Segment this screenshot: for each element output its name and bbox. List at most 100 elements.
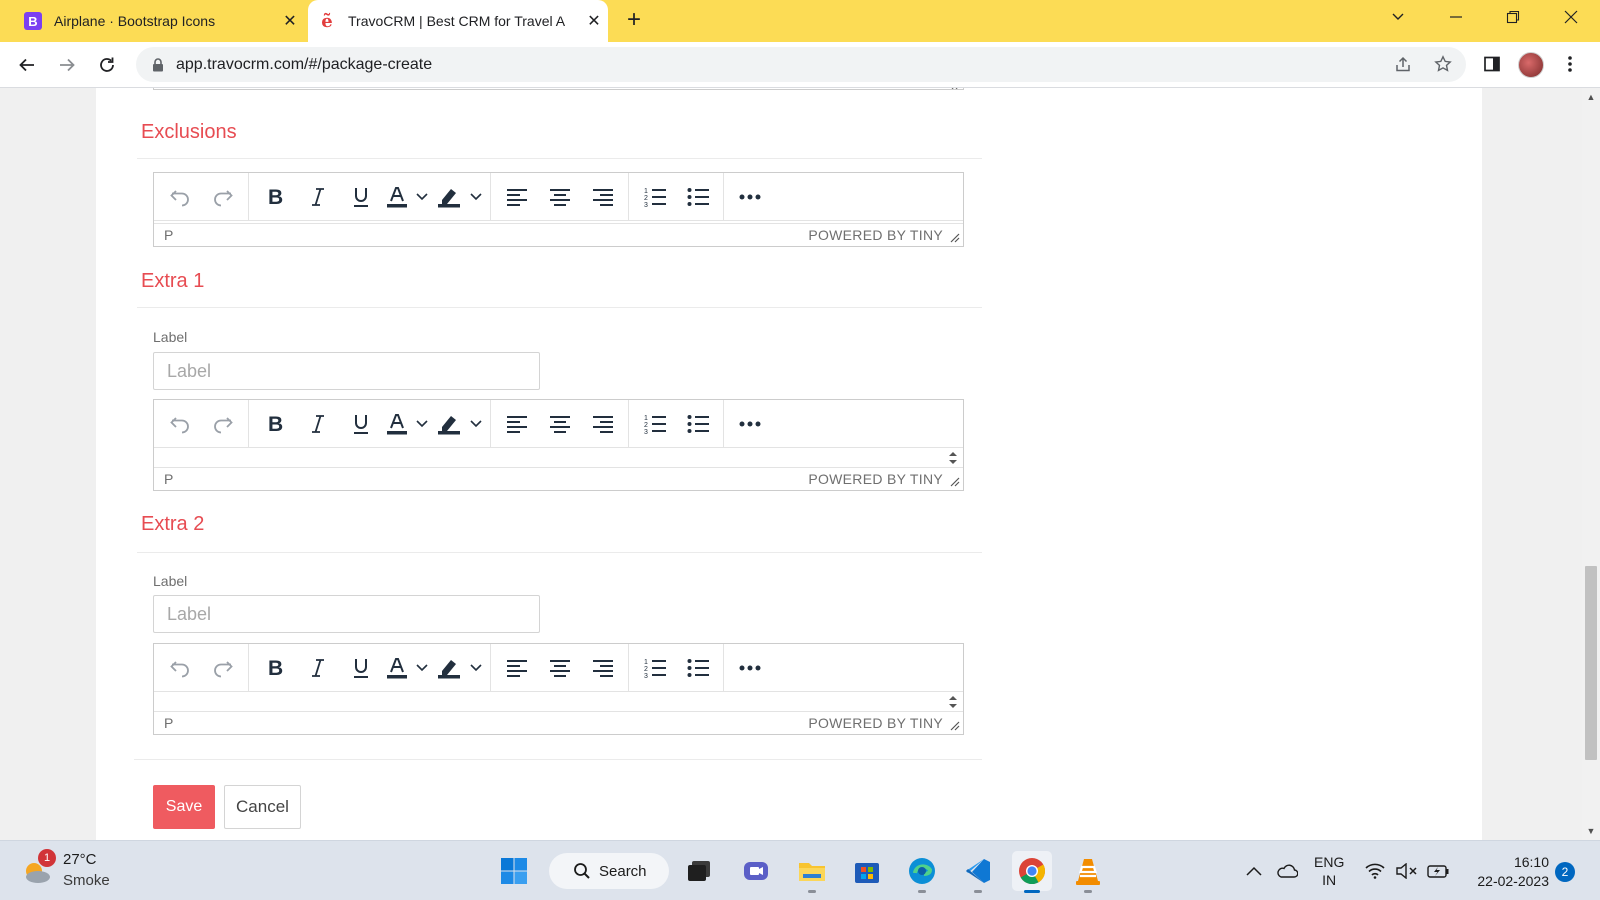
highlight-split[interactable]	[432, 650, 486, 686]
profile-avatar[interactable]	[1518, 52, 1544, 78]
microsoft-store-icon[interactable]	[847, 851, 887, 891]
highlight-icon[interactable]	[432, 406, 466, 442]
tab-search-chevron-icon[interactable]	[1383, 8, 1413, 32]
taskbar-search[interactable]: Search	[549, 853, 669, 889]
forward-icon[interactable]	[53, 51, 81, 79]
scroll-down-icon[interactable]: ▼	[1586, 826, 1596, 836]
chevron-down-icon[interactable]	[412, 663, 432, 672]
taskbar-clock[interactable]: 16:10 22-02-2023	[1465, 853, 1549, 891]
numbered-list-icon[interactable]: 123	[633, 179, 676, 215]
chevron-down-icon[interactable]	[412, 419, 432, 428]
restore-icon[interactable]	[1498, 8, 1528, 32]
vscode-icon[interactable]	[958, 851, 998, 893]
scroll-up-icon[interactable]: ▲	[1586, 92, 1596, 102]
browser-menu-icon[interactable]	[1557, 51, 1583, 77]
text-color-split[interactable]	[382, 179, 432, 215]
new-tab-icon[interactable]: +	[620, 8, 648, 34]
powered-by-tiny-link[interactable]: POWERED BY TINY	[808, 227, 943, 243]
align-left-icon[interactable]	[495, 179, 538, 215]
italic-icon[interactable]	[296, 406, 339, 442]
input-language-indicator[interactable]: ENG IN	[1314, 853, 1344, 889]
close-window-icon[interactable]	[1556, 8, 1586, 32]
scroll-spinner-icon[interactable]	[947, 450, 959, 466]
chevron-down-icon[interactable]	[412, 192, 432, 201]
tray-overflow-chevron-icon[interactable]	[1246, 841, 1262, 900]
text-color-icon[interactable]	[382, 650, 412, 686]
underline-icon[interactable]	[339, 406, 382, 442]
extra-1-editor[interactable]: B 123 P POWERED BY TINY	[153, 399, 964, 491]
scroll-spinner-icon[interactable]	[947, 694, 959, 710]
bold-icon[interactable]: B	[253, 650, 296, 686]
highlight-split[interactable]	[432, 179, 486, 215]
undo-icon[interactable]	[158, 650, 201, 686]
extra-2-label-input[interactable]	[153, 595, 540, 633]
resize-handle-icon[interactable]	[950, 721, 960, 731]
notification-badge[interactable]: 2	[1555, 862, 1575, 882]
minimize-icon[interactable]	[1441, 8, 1471, 32]
bold-icon[interactable]: B	[253, 179, 296, 215]
align-center-icon[interactable]	[538, 406, 581, 442]
align-right-icon[interactable]	[581, 650, 624, 686]
text-color-split[interactable]	[382, 650, 432, 686]
text-color-split[interactable]	[382, 406, 432, 442]
battery-charging-icon[interactable]	[1427, 841, 1449, 900]
exclusions-editor[interactable]: B 123 P POWERED BY TINY	[153, 172, 964, 247]
extra-1-label-input[interactable]	[153, 352, 540, 390]
weather-widget[interactable]: 1 27°C Smoke	[22, 849, 142, 893]
scrollbar-thumb[interactable]	[1585, 566, 1597, 760]
italic-icon[interactable]	[296, 179, 339, 215]
highlight-icon[interactable]	[432, 179, 466, 215]
underline-icon[interactable]	[339, 650, 382, 686]
close-icon[interactable]: ✕	[276, 11, 304, 31]
chevron-down-icon[interactable]	[466, 192, 486, 201]
highlight-split[interactable]	[432, 406, 486, 442]
align-left-icon[interactable]	[495, 406, 538, 442]
address-bar[interactable]: app.travocrm.com/#/package-create	[136, 47, 1466, 82]
align-left-icon[interactable]	[495, 650, 538, 686]
text-color-icon[interactable]	[382, 179, 412, 215]
vlc-icon[interactable]	[1068, 851, 1108, 893]
element-path[interactable]: P	[164, 227, 173, 243]
onedrive-icon[interactable]	[1276, 841, 1298, 900]
more-icon[interactable]	[728, 179, 771, 215]
page-scrollbar[interactable]: ▲ ▼	[1582, 88, 1600, 840]
redo-icon[interactable]	[201, 650, 244, 686]
resize-handle-icon[interactable]	[950, 233, 960, 243]
back-icon[interactable]	[13, 51, 41, 79]
redo-icon[interactable]	[201, 179, 244, 215]
task-view-icon[interactable]	[679, 851, 719, 891]
bold-icon[interactable]: B	[253, 406, 296, 442]
underline-icon[interactable]	[339, 179, 382, 215]
text-color-icon[interactable]	[382, 406, 412, 442]
element-path[interactable]: P	[164, 715, 173, 731]
more-icon[interactable]	[728, 650, 771, 686]
align-right-icon[interactable]	[581, 179, 624, 215]
numbered-list-icon[interactable]: 123	[633, 406, 676, 442]
resize-handle-icon[interactable]	[950, 477, 960, 487]
chrome-icon[interactable]	[1012, 851, 1052, 893]
wifi-icon[interactable]	[1365, 841, 1385, 900]
side-panel-icon[interactable]	[1479, 51, 1505, 77]
editor-content-area[interactable]	[154, 692, 963, 712]
share-icon[interactable]	[1390, 51, 1416, 77]
close-icon[interactable]: ✕	[580, 11, 608, 31]
align-center-icon[interactable]	[538, 650, 581, 686]
windows-start-icon[interactable]	[494, 851, 534, 891]
bullet-list-icon[interactable]	[676, 650, 719, 686]
highlight-icon[interactable]	[432, 650, 466, 686]
cancel-button[interactable]: Cancel	[224, 785, 301, 829]
chevron-down-icon[interactable]	[466, 663, 486, 672]
file-explorer-icon[interactable]	[792, 851, 832, 893]
undo-icon[interactable]	[158, 406, 201, 442]
bookmark-star-icon[interactable]	[1430, 51, 1456, 77]
editor-content-area[interactable]	[154, 448, 963, 468]
lock-icon[interactable]	[152, 57, 164, 72]
edge-icon[interactable]	[902, 851, 942, 893]
redo-icon[interactable]	[201, 406, 244, 442]
powered-by-tiny-link[interactable]: POWERED BY TINY	[808, 471, 943, 487]
tab-travocrm[interactable]: ẽ TravoCRM | Best CRM for Travel A ✕	[308, 0, 608, 42]
powered-by-tiny-link[interactable]: POWERED BY TINY	[808, 715, 943, 731]
bullet-list-icon[interactable]	[676, 406, 719, 442]
chevron-down-icon[interactable]	[466, 419, 486, 428]
more-icon[interactable]	[728, 406, 771, 442]
